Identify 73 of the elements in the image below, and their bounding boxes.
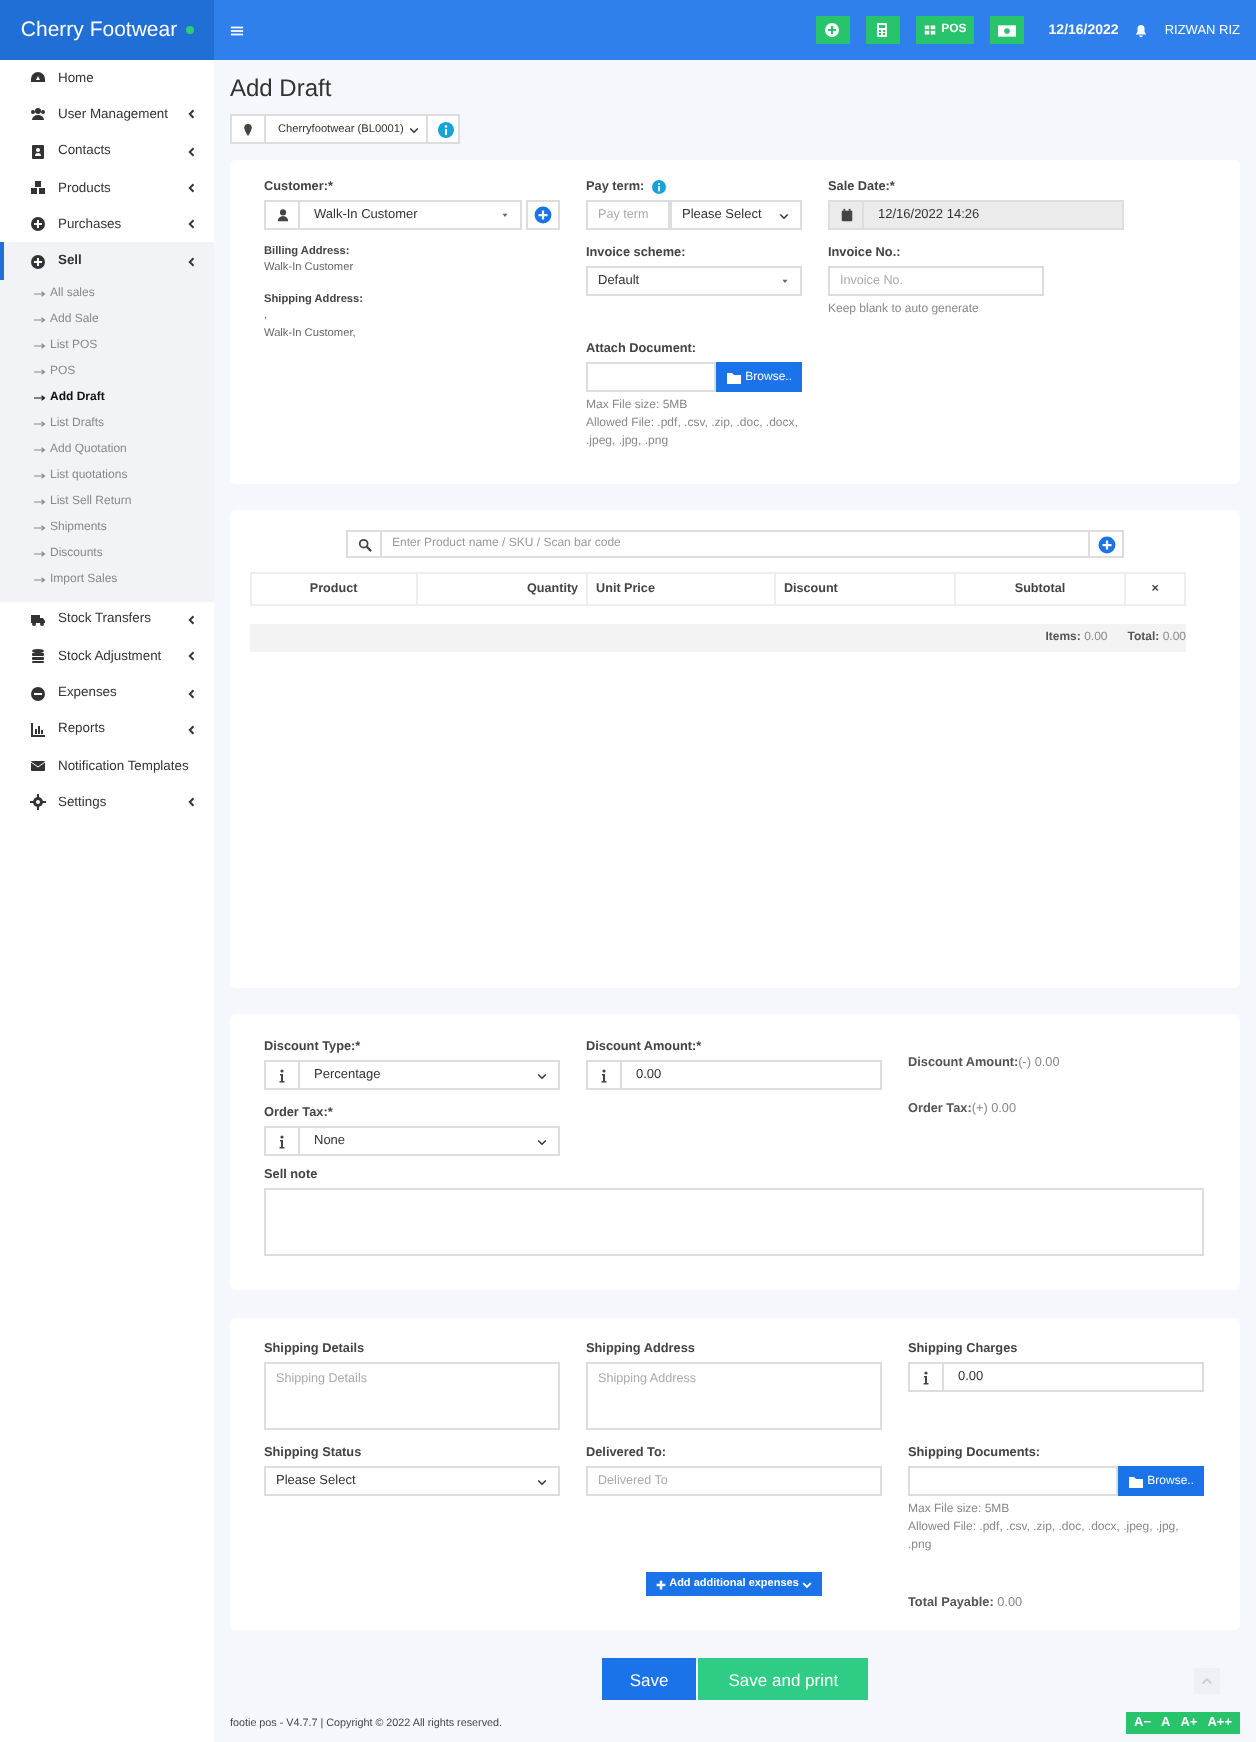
cubes-icon [30,180,46,197]
calendar-icon [839,208,853,222]
bell-icon [1134,23,1149,37]
chevron-up-icon [1200,1674,1214,1688]
chevron-icon [186,218,198,231]
map-pin-icon [242,123,254,135]
arrow-icon [34,392,46,405]
envelope-icon [30,758,46,775]
grid-icon [923,24,936,36]
save-button[interactable]: Save [601,1658,697,1700]
plus-circle-icon [824,22,841,38]
caret-icon [407,123,420,135]
arrow-icon [34,470,46,483]
page-title: Add Draft [230,74,334,102]
users-icon [30,106,46,123]
chevron-icon [186,255,198,268]
arrow-icon [34,522,46,535]
chevron-icon [186,723,198,736]
arrow-icon [34,496,46,509]
chevron-down-icon [802,1579,813,1589]
chevron-icon [186,650,198,663]
caret-icon [536,1135,548,1147]
arrow-icon [34,418,46,431]
user-icon [275,208,289,222]
arrow-icon [34,574,46,587]
chevron-icon [186,145,198,158]
banknote-icon [998,21,1017,39]
add-icon [1097,535,1115,553]
minus-circle-icon [30,685,46,702]
arrow-icon [34,444,46,457]
info-circle-icon [437,121,454,137]
header-button[interactable] [865,16,900,44]
plus-circle-icon [30,216,46,233]
add-icon [534,206,552,224]
info-icon [274,1133,290,1149]
chevron-icon [186,182,198,195]
contact-card-icon [30,143,46,160]
header-button[interactable] [815,16,850,44]
arrow-icon [34,548,46,561]
add-customer-button[interactable] [526,200,560,230]
info-circle-icon [652,180,667,194]
caret-icon [536,1475,548,1487]
sell-note-field[interactable] [264,1188,1204,1256]
arrow-icon [34,288,46,301]
arrow-icon [34,340,46,353]
caret-icon [780,276,790,286]
info-icon [918,1369,934,1385]
database-icon [30,648,46,665]
arrow-icon [34,314,46,327]
menu-icon [230,23,244,37]
info-icon [596,1067,612,1083]
gauge-icon [30,70,46,87]
info-icon [274,1067,290,1083]
plus-circle-icon [30,253,46,270]
caret-icon [536,1069,548,1081]
calculator-icon [874,22,891,38]
plus-icon [655,1579,666,1589]
chevron-icon [186,796,198,809]
file-field[interactable] [908,1466,1118,1496]
chevron-icon [186,687,198,700]
bar-chart-icon [30,721,46,738]
arrow-icon [34,366,46,379]
search-icon [357,537,371,551]
chevron-icon [186,613,198,626]
menu-button[interactable] [230,23,244,37]
chevron-icon [186,108,198,121]
header-button[interactable] [990,16,1025,44]
folder-icon [1127,1473,1144,1489]
folder-icon [725,369,742,385]
truck-icon [30,611,46,628]
file-field[interactable] [586,362,716,392]
caret-icon [500,210,510,220]
caret-icon [778,209,790,221]
